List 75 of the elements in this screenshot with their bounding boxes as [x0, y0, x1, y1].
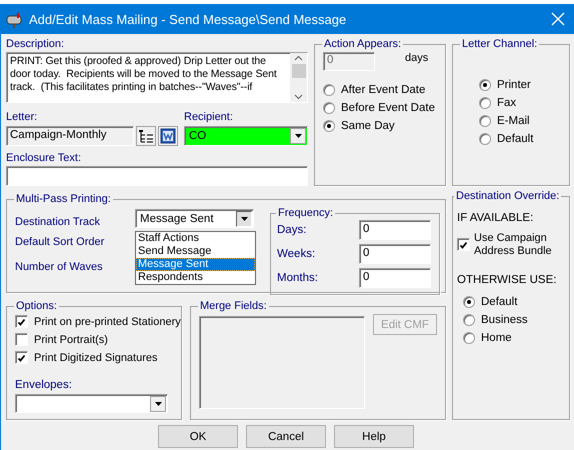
recipient-dropdown[interactable]: CO — [184, 126, 308, 146]
description-text: PRINT: Get this (proofed & approved) Drip Letter out the door today. Recipients will be moved to the Message Sent track. (This facilitates printing in batches--"Waves"--if — [9, 54, 278, 95]
tree-icon — [138, 128, 154, 144]
window-title: Add/Edit Mass Mailing - Send Message\Send Message — [29, 12, 348, 26]
checkbox[interactable]: Use Campaign Address Bundle — [457, 232, 563, 258]
merge-fields-list[interactable] — [199, 316, 365, 409]
checkbox[interactable]: Print on pre-printed Stationery — [15, 315, 181, 328]
dialog-button[interactable]: OK — [158, 425, 238, 448]
scroll-down-icon — [294, 94, 303, 100]
group-title: Frequency: — [277, 207, 334, 219]
radio-option[interactable]: Default — [463, 296, 563, 308]
field-label: Enclosure Text: — [6, 152, 82, 164]
letter-field[interactable]: Campaign-Monthly — [6, 126, 134, 146]
radio-option[interactable]: Home — [463, 332, 563, 344]
dropdown-option[interactable]: Staff Actions — [136, 232, 255, 245]
number-field[interactable]: 0 — [359, 268, 431, 288]
scroll-thumb[interactable] — [292, 64, 306, 78]
section-label: IF AVAILABLE: — [457, 212, 534, 224]
group-title: Action Appears: — [323, 38, 402, 50]
close-icon — [550, 11, 566, 27]
check-icon — [459, 240, 468, 248]
group-title: Destination Override: — [455, 190, 560, 202]
dropdown-option[interactable]: Respondents — [136, 271, 255, 284]
field-label: Default Sort Order — [15, 236, 106, 248]
dropdown-option[interactable]: Send Message — [136, 245, 255, 258]
dropdown-button[interactable] — [150, 396, 166, 412]
group-title: Merge Fields: — [199, 300, 268, 312]
group-title: Letter Channel: — [461, 38, 538, 50]
radio-option[interactable]: After Event Date — [323, 84, 437, 96]
scroll-up-icon — [294, 55, 303, 61]
caret-icon — [240, 216, 248, 222]
dialog-button[interactable]: Help — [334, 425, 414, 448]
check-icon — [17, 318, 26, 326]
days-label: days — [405, 52, 428, 64]
field-label: Description: — [6, 38, 66, 50]
dropdown-option[interactable]: Message Sent — [136, 258, 255, 271]
radio-option[interactable]: Fax — [479, 97, 561, 109]
radio-option[interactable]: Printer — [479, 79, 561, 91]
scrollbar[interactable] — [290, 53, 307, 102]
combo-text: CO — [188, 130, 208, 142]
radio-option[interactable]: Same Day — [323, 120, 437, 132]
dialog-button[interactable]: Cancel — [246, 425, 326, 448]
caret-icon — [294, 133, 302, 139]
tree-button[interactable] — [136, 126, 156, 146]
document-button[interactable] — [158, 126, 178, 146]
checkbox[interactable]: Print Digitized Signatures — [15, 351, 158, 364]
check-icon — [17, 354, 26, 362]
field-label: Days: — [277, 224, 306, 236]
field-label: Letter: — [6, 111, 38, 123]
radio-option[interactable]: Before Event Date — [323, 102, 437, 114]
dropdown-button[interactable] — [290, 128, 306, 144]
group-title: Multi-Pass Printing: — [15, 193, 112, 205]
field-label: Months: — [277, 272, 318, 284]
number-field[interactable]: 0 — [359, 244, 431, 264]
checkbox[interactable]: Print Portrait(s) — [15, 333, 108, 346]
enclosure-field[interactable] — [6, 166, 308, 186]
destination-track-dropdown[interactable]: Message Sent — [135, 209, 254, 228]
radio-option[interactable]: Default — [479, 133, 561, 145]
field-label: Destination Track — [15, 216, 101, 228]
field-label: Recipient: — [184, 111, 234, 123]
radio-option[interactable]: Business — [463, 314, 563, 326]
field-label: Number of Waves — [15, 261, 104, 273]
document-icon — [160, 128, 176, 144]
field-label: Weeks: — [277, 248, 316, 260]
field-label: Envelopes: — [15, 379, 73, 391]
group-title: Options: — [15, 300, 58, 312]
caret-icon — [154, 400, 162, 406]
dropdown-button[interactable] — [236, 210, 252, 226]
number-field[interactable]: 0 — [359, 220, 431, 240]
description-field[interactable]: PRINT: Get this (proofed & approved) Drip Letter out the door today. Recipients will be moved to the Message Sent track. (This facilitates printing in batches--"Waves"--if — [6, 52, 308, 103]
section-label: OTHERWISE USE: — [457, 274, 558, 286]
mailbox-icon — [5, 10, 23, 28]
combo-text: Message Sent — [139, 212, 215, 224]
radio-option[interactable]: E-Mail — [479, 115, 561, 127]
envelopes-dropdown[interactable] — [15, 394, 168, 413]
